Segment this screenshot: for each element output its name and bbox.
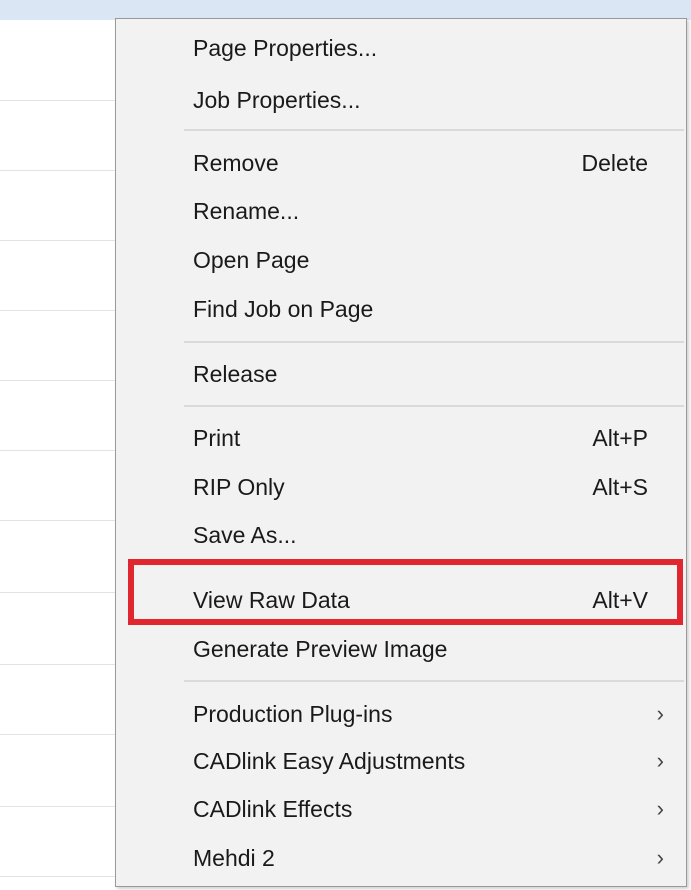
list-row-divider xyxy=(0,876,118,877)
list-row-divider xyxy=(0,734,118,735)
menu-item-label: Find Job on Page xyxy=(193,296,374,322)
menu-item-save-as[interactable]: Save As... xyxy=(116,512,686,558)
list-row-divider xyxy=(0,100,118,101)
menu-item-label: Generate Preview Image xyxy=(193,636,448,662)
menu-item-label: Rename... xyxy=(193,198,300,224)
chevron-right-icon: › xyxy=(656,701,664,726)
list-row-divider xyxy=(0,592,118,593)
menu-item-label: Mehdi 2 xyxy=(193,845,275,871)
menu-separator xyxy=(184,405,684,407)
list-row-divider xyxy=(0,450,118,451)
menu-item-rip-only[interactable]: RIP Only Alt+S xyxy=(116,464,686,510)
menu-item-release[interactable]: Release xyxy=(116,351,686,397)
menu-item-label: RIP Only xyxy=(193,474,285,500)
menu-item-label: Page Properties... xyxy=(193,35,378,61)
menu-separator xyxy=(184,680,684,682)
list-row-divider xyxy=(0,380,118,381)
menu-item-remove[interactable]: Remove Delete xyxy=(116,140,686,186)
menu-item-production-plug-ins[interactable]: Production Plug-ins › xyxy=(116,691,686,737)
menu-item-shortcut: Delete xyxy=(581,150,648,176)
menu-item-print[interactable]: Print Alt+P xyxy=(116,415,686,461)
menu-item-label: Print xyxy=(193,425,241,451)
menu-item-open-page[interactable]: Open Page xyxy=(116,237,686,283)
context-menu: Page Properties... Job Properties... Rem… xyxy=(115,18,687,887)
menu-item-label: CADlink Easy Adjustments xyxy=(193,748,466,774)
menu-item-mehdi-2[interactable]: Mehdi 2 › xyxy=(116,835,686,881)
menu-item-generate-preview-image[interactable]: Generate Preview Image xyxy=(116,626,686,672)
menu-item-label: Save As... xyxy=(193,522,297,548)
annotation-highlight-box xyxy=(128,559,683,625)
list-row-divider xyxy=(0,664,118,665)
chevron-right-icon: › xyxy=(656,796,664,821)
menu-item-shortcut: Alt+S xyxy=(592,474,648,500)
menu-item-label: Job Properties... xyxy=(193,87,361,113)
menu-item-cadlink-easy-adjustments[interactable]: CADlink Easy Adjustments › xyxy=(116,738,686,784)
menu-item-page-properties[interactable]: Page Properties... xyxy=(116,25,686,71)
menu-item-cadlink-effects[interactable]: CADlink Effects › xyxy=(116,786,686,832)
menu-item-rename[interactable]: Rename... xyxy=(116,188,686,234)
background-list xyxy=(0,0,120,890)
menu-separator xyxy=(184,341,684,343)
menu-item-label: Open Page xyxy=(193,247,310,273)
list-row-divider xyxy=(0,310,118,311)
menu-item-label: Release xyxy=(193,361,278,387)
menu-item-label: CADlink Effects xyxy=(193,796,353,822)
menu-item-label: Remove xyxy=(193,150,279,176)
menu-item-label: Production Plug-ins xyxy=(193,701,393,727)
chevron-right-icon: › xyxy=(656,748,664,773)
menu-separator xyxy=(184,129,684,131)
chevron-right-icon: › xyxy=(656,845,664,870)
list-row-divider xyxy=(0,240,118,241)
list-row-divider xyxy=(0,170,118,171)
list-row-divider xyxy=(0,806,118,807)
list-row-divider xyxy=(0,520,118,521)
menu-item-shortcut: Alt+P xyxy=(592,425,648,451)
menu-item-find-job-on-page[interactable]: Find Job on Page xyxy=(116,286,686,332)
menu-item-job-properties[interactable]: Job Properties... xyxy=(116,77,686,123)
